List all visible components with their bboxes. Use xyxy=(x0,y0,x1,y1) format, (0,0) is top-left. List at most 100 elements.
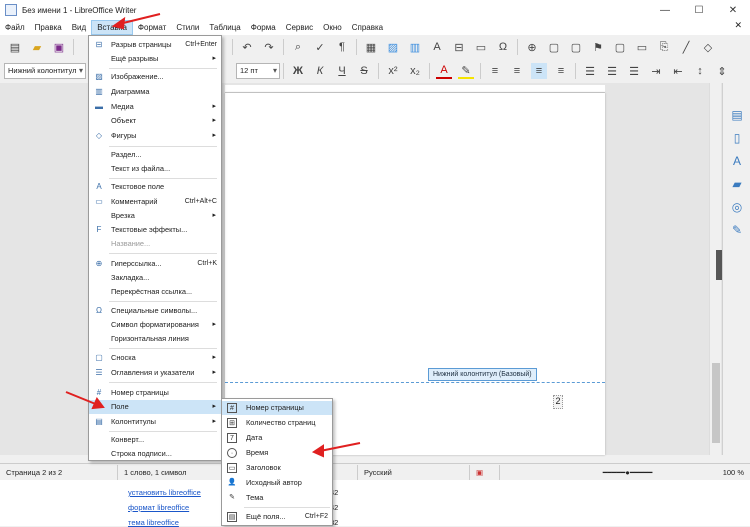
language-status[interactable]: Русский xyxy=(358,464,470,480)
indent-increase-icon[interactable]: ⇥ xyxy=(648,63,664,79)
menuitem-page-break[interactable]: ⊟ Разрыв страницы Ctrl+Enter xyxy=(89,38,221,52)
paragraph-style-combo[interactable]: Нижний колонтитул xyxy=(4,63,86,79)
submenu-date[interactable]: 7 Дата xyxy=(222,431,332,445)
formatting-marks-icon[interactable]: ¶ xyxy=(334,39,350,55)
submenu-title[interactable]: ▭ Заголовок xyxy=(222,461,332,475)
bullets-icon[interactable]: ☰ xyxy=(582,63,598,79)
menuitem-textbox[interactable]: A Текстовое поле xyxy=(89,180,221,194)
menuitem-footnote[interactable]: ▢ Сноска ▸ xyxy=(89,351,221,365)
spelling-icon[interactable]: ✓ xyxy=(312,39,328,55)
submenu-time[interactable]: · Время xyxy=(222,446,332,460)
menuitem-envelope[interactable]: Конверт... xyxy=(89,433,221,447)
page-number-field[interactable]: 2 xyxy=(553,395,563,409)
insert-image-icon[interactable]: ▨ xyxy=(385,39,401,55)
menu-form[interactable]: Форма xyxy=(246,20,281,35)
menuitem-horizontal-line[interactable]: Горизонтальная линия xyxy=(89,332,221,346)
redo-icon[interactable]: ↷ xyxy=(261,39,277,55)
menuitem-more-breaks[interactable]: Ещё разрывы ▸ xyxy=(89,52,221,66)
paragraph-spacing-icon[interactable]: ⇕ xyxy=(714,63,730,79)
menu-styles[interactable]: Стили xyxy=(171,20,204,35)
draw-line-icon[interactable]: ╱ xyxy=(678,39,694,55)
menuitem-object[interactable]: Объект ▸ xyxy=(89,114,221,128)
insert-page-break-icon[interactable]: ⊟ xyxy=(451,39,467,55)
submenu-page-number[interactable]: # Номер страницы xyxy=(222,401,332,415)
insert-table-icon[interactable]: ▦ xyxy=(363,39,379,55)
open-folder-icon[interactable]: ▰ xyxy=(29,39,45,55)
submenu-subject[interactable]: ✎ Тема xyxy=(222,491,332,505)
strikethrough-button[interactable]: S xyxy=(356,63,372,79)
justify-icon[interactable]: ≡ xyxy=(553,63,569,79)
insert-chart-icon[interactable]: ▥ xyxy=(407,39,423,55)
indent-decrease-icon[interactable]: ⇤ xyxy=(670,63,686,79)
menuitem-chart[interactable]: ▥ Диаграмма xyxy=(89,85,221,99)
undo-icon[interactable]: ↶ xyxy=(239,39,255,55)
cross-reference-icon[interactable]: ▢ xyxy=(612,39,628,55)
align-right-icon[interactable]: ≡ xyxy=(531,63,547,79)
font-size-combo[interactable]: 12 пт xyxy=(236,63,280,79)
track-changes-icon[interactable]: ⎘ xyxy=(656,39,672,55)
menu-edit[interactable]: Правка xyxy=(30,20,67,35)
zoom-slider[interactable]: ━━━━━●━━━━━ xyxy=(597,465,717,480)
page-status[interactable]: Страница 2 из 2 xyxy=(0,464,118,480)
close-document-icon[interactable]: ✕ xyxy=(734,20,742,31)
bold-button[interactable]: Ж xyxy=(290,63,306,79)
menu-format[interactable]: Формат xyxy=(133,20,171,35)
special-character-icon[interactable]: Ω xyxy=(495,39,511,55)
horizontal-ruler[interactable] xyxy=(225,85,605,93)
insert-field-icon[interactable]: ▭ xyxy=(473,39,489,55)
gallery-icon[interactable]: ▰ xyxy=(729,176,745,192)
footer-style-tag[interactable]: Нижний колонтитул (Базовый) xyxy=(428,368,537,381)
submenu-page-count[interactable]: ⊞ Количество страниц xyxy=(222,416,332,430)
menuitem-formatting-mark[interactable]: Символ форматирования ▸ xyxy=(89,318,221,332)
outline-icon[interactable]: ☰ xyxy=(626,63,642,79)
scrollbar-thumb[interactable] xyxy=(712,363,720,443)
menuitem-hyperlink[interactable]: ⊕ Гиперссылка... Ctrl+K xyxy=(89,257,221,271)
endnote-icon[interactable]: ▢ xyxy=(568,39,584,55)
comment-icon[interactable]: ▭ xyxy=(634,39,650,55)
minimize-button[interactable]: — xyxy=(648,0,682,20)
menu-view[interactable]: Вид xyxy=(67,20,91,35)
underline-button[interactable]: Ч xyxy=(334,63,350,79)
maximize-button[interactable]: ☐ xyxy=(682,0,716,20)
menuitem-field[interactable]: Поле ▸ xyxy=(89,400,221,414)
menuitem-bookmark[interactable]: Закладка... xyxy=(89,271,221,285)
menuitem-shapes[interactable]: ◇ Фигуры ▸ xyxy=(89,129,221,143)
superscript-button[interactable]: x² xyxy=(385,63,401,79)
highlight-icon[interactable]: ✎ xyxy=(458,63,474,79)
save-icon[interactable]: ▣ xyxy=(51,39,67,55)
new-document-icon[interactable]: ▤ xyxy=(7,39,23,55)
link-format[interactable]: формат libreoffice xyxy=(128,503,189,512)
menuitem-text-from-file[interactable]: Текст из файла... xyxy=(89,162,221,176)
zoom-level[interactable]: 100 % xyxy=(717,465,750,480)
menuitem-page-number[interactable]: # Номер страницы xyxy=(89,386,221,400)
menu-table[interactable]: Таблица xyxy=(204,20,245,35)
styles-icon[interactable]: A xyxy=(729,153,745,169)
menuitem-media[interactable]: ▬ Медиа ▸ xyxy=(89,100,221,114)
submenu-more-fields[interactable]: ▤ Ещё поля... Ctrl+F2 xyxy=(222,510,332,524)
menuitem-section[interactable]: Раздел... xyxy=(89,148,221,162)
properties-icon[interactable]: ▤ xyxy=(729,107,745,123)
menu-tools[interactable]: Сервис xyxy=(281,20,318,35)
menuitem-frame[interactable]: Врезка ▸ xyxy=(89,209,221,223)
align-center-icon[interactable]: ≡ xyxy=(509,63,525,79)
font-color-button[interactable]: A xyxy=(436,63,452,79)
submenu-author[interactable]: 👤 Исходный автор xyxy=(222,476,332,490)
manage-changes-icon[interactable]: ✎ xyxy=(729,222,745,238)
numbering-icon[interactable]: ☰ xyxy=(604,63,620,79)
menu-insert[interactable]: Вставка xyxy=(91,20,133,35)
menuitem-special-chars[interactable]: Ω Специальные символы... xyxy=(89,304,221,318)
menuitem-fontwork[interactable]: F Текстовые эффекты... xyxy=(89,223,221,237)
link-install[interactable]: установить libreoffice xyxy=(128,488,201,497)
menuitem-cross-reference[interactable]: Перекрёстная ссылка... xyxy=(89,285,221,299)
line-spacing-icon[interactable]: ↕ xyxy=(692,63,708,79)
menuitem-comment[interactable]: ▭ Комментарий Ctrl+Alt+C xyxy=(89,195,221,209)
bookmark-icon[interactable]: ⚑ xyxy=(590,39,606,55)
menuitem-image[interactable]: ▨ Изображение... xyxy=(89,70,221,84)
menuitem-signature-line[interactable]: Строка подписи... xyxy=(89,447,221,461)
menu-help[interactable]: Справка xyxy=(347,20,388,35)
menu-window[interactable]: Окно xyxy=(318,20,347,35)
hyperlink-icon[interactable]: ⊕ xyxy=(524,39,540,55)
navigator-icon[interactable]: ◎ xyxy=(729,199,745,215)
basic-shapes-icon[interactable]: ◇ xyxy=(700,39,716,55)
subscript-button[interactable]: x₂ xyxy=(407,63,423,79)
